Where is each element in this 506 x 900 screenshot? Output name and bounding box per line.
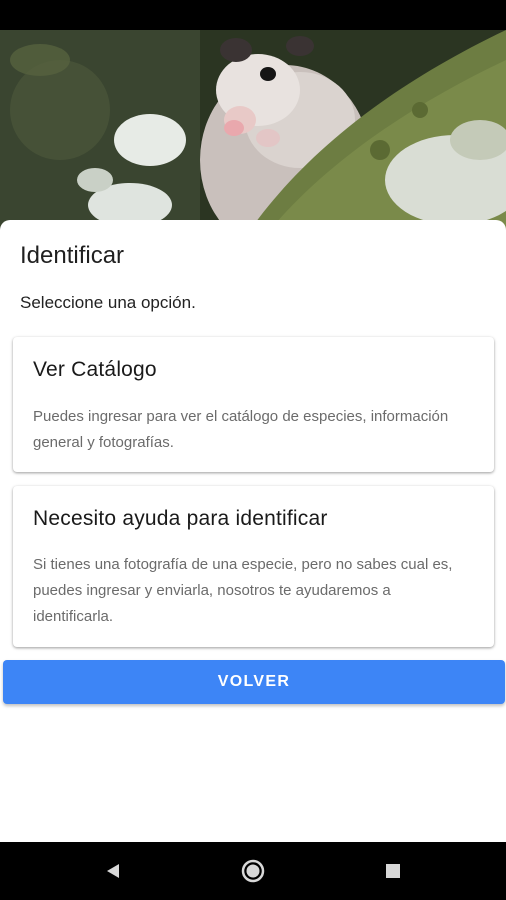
sheet-subtitle: Seleccione una opción. xyxy=(20,293,196,312)
back-button[interactable]: VOLVER xyxy=(3,660,505,704)
status-bar xyxy=(0,0,506,30)
view-catalog-description: Puedes ingresar para ver el catálogo de … xyxy=(33,408,449,451)
need-help-title: Necesito ayuda para identificar xyxy=(33,507,328,530)
back-triangle-icon xyxy=(107,864,119,878)
hero-image xyxy=(0,30,506,230)
view-catalog-card[interactable]: Ver Catálogo Puedes ingresar para ver el… xyxy=(13,337,494,472)
need-help-card[interactable]: Necesito ayuda para identificar Si tiene… xyxy=(13,486,494,647)
opossum-photo xyxy=(0,30,506,230)
view-catalog-title: Ver Catálogo xyxy=(33,358,157,381)
system-nav-bar xyxy=(0,842,506,900)
nav-home-button[interactable] xyxy=(238,856,268,886)
nav-back-button[interactable] xyxy=(98,856,128,886)
need-help-description: Si tienes una fotografía de una especie,… xyxy=(33,556,453,625)
sheet-title: Identificar xyxy=(20,242,125,269)
home-circle-icon xyxy=(241,859,265,883)
nav-recents-button[interactable] xyxy=(378,856,408,886)
recents-square-icon xyxy=(386,864,400,878)
identify-sheet: Identificar Seleccione una opción. Ver C… xyxy=(0,220,506,842)
